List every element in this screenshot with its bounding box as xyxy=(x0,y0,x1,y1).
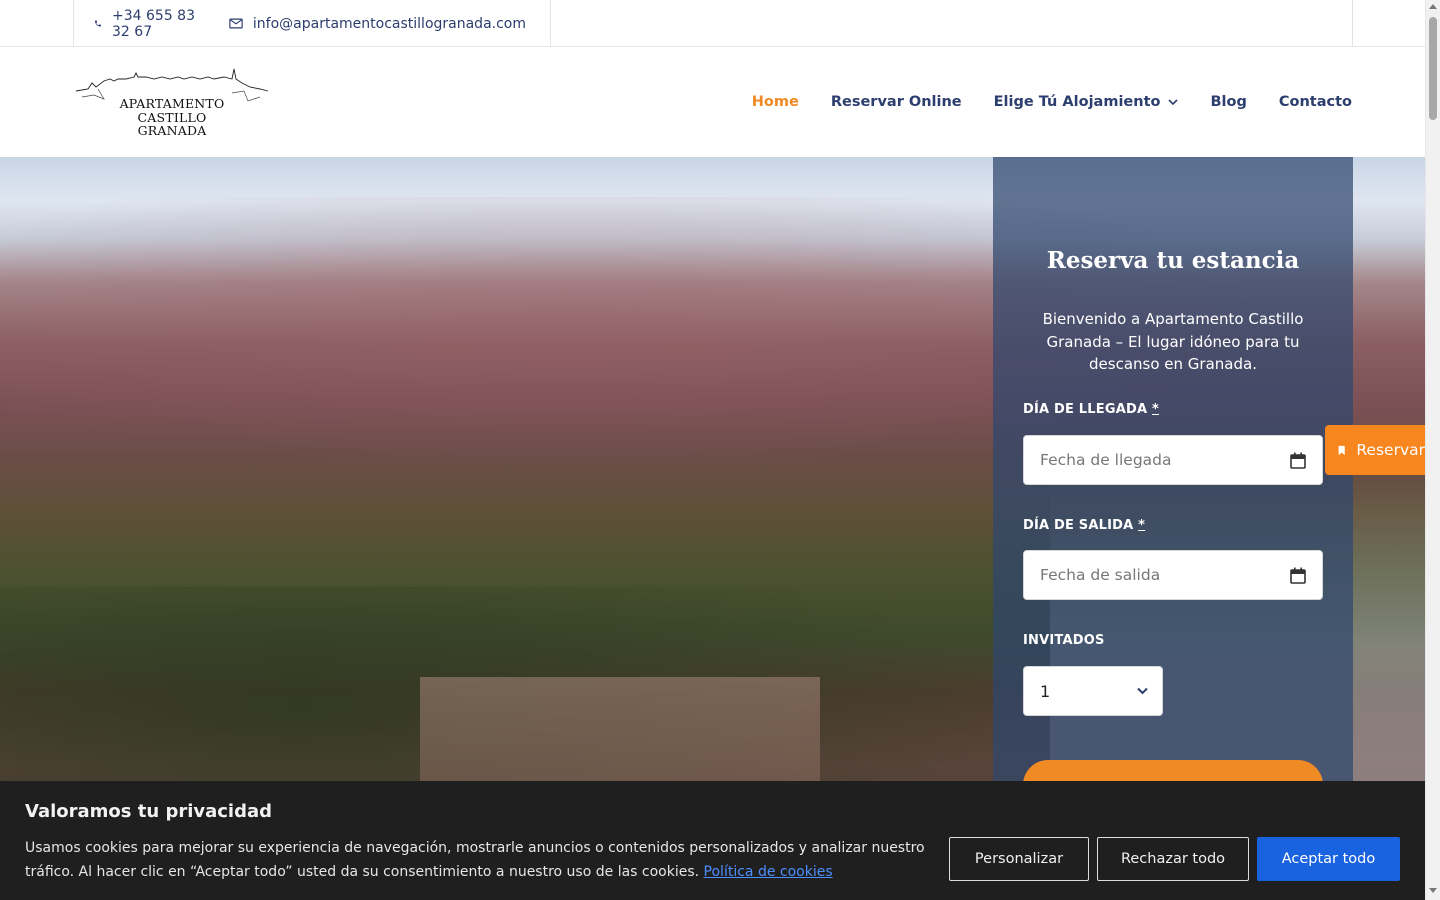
arrival-label: DÍA DE LLEGADA * xyxy=(1023,402,1159,417)
site-header: APARTAMENTO CASTILLO GRANADA Home Reserv… xyxy=(0,47,1425,157)
arrival-placeholder: Fecha de llegada xyxy=(1040,451,1172,469)
nav-home[interactable]: Home xyxy=(752,94,799,110)
reject-all-button[interactable]: Rechazar todo xyxy=(1097,837,1249,881)
nav-elige-alojamiento-label: Elige Tú Alojamiento xyxy=(993,94,1161,110)
cookie-title: Valoramos tu privacidad xyxy=(25,801,273,822)
nav-reservar-online[interactable]: Reservar Online xyxy=(831,94,962,110)
main-nav: Home Reservar Online Elige Tú Alojamient… xyxy=(720,47,1352,157)
arrival-date-input[interactable]: Fecha de llegada xyxy=(1023,435,1323,485)
phone-icon xyxy=(95,20,102,27)
envelope-icon xyxy=(229,18,243,29)
cookie-text: Usamos cookies para mejorar su experienc… xyxy=(25,840,925,880)
logo-text: APARTAMENTO CASTILLO GRANADA xyxy=(119,96,225,138)
guests-value: 1 xyxy=(1040,681,1051,701)
scroll-thumb[interactable] xyxy=(1429,17,1437,120)
phone-link[interactable]: +34 655 83 32 67 xyxy=(94,8,205,40)
departure-placeholder: Fecha de salida xyxy=(1040,566,1161,584)
scroll-down-icon[interactable] xyxy=(1429,888,1437,893)
accept-all-button[interactable]: Aceptar todo xyxy=(1257,837,1400,881)
guests-label: INVITADOS xyxy=(1023,633,1105,648)
nav-blog[interactable]: Blog xyxy=(1210,94,1246,110)
booking-intro: Bienvenido a Apartamento Castillo Granad… xyxy=(1042,310,1304,373)
divider xyxy=(1352,0,1353,47)
scroll-up-icon[interactable] xyxy=(1429,4,1437,9)
cookie-policy-link[interactable]: Política de cookies xyxy=(704,864,833,880)
page-scrollbar[interactable] xyxy=(1425,0,1440,900)
nav-elige-alojamiento[interactable]: Elige Tú Alojamiento xyxy=(994,94,1179,110)
nav-contacto[interactable]: Contacto xyxy=(1279,94,1352,110)
email-link[interactable]: info@apartamentocastillogranada.com xyxy=(229,16,526,32)
calendar-icon xyxy=(1290,452,1306,469)
top-bar: +34 655 83 32 67 info@apartamentocastill… xyxy=(0,0,1425,47)
cookie-banner: Valoramos tu privacidad Usamos cookies p… xyxy=(0,781,1425,900)
chevron-down-icon xyxy=(1168,98,1179,105)
reservar-floating-button[interactable]: Reservar xyxy=(1325,425,1425,475)
contact-info: +34 655 83 32 67 info@apartamentocastill… xyxy=(73,0,551,47)
bookmark-icon xyxy=(1338,445,1345,455)
phone-number: +34 655 83 32 67 xyxy=(112,7,195,40)
departure-label: DÍA DE SALIDA * xyxy=(1023,518,1146,533)
email-address: info@apartamentocastillogranada.com xyxy=(252,15,526,32)
booking-title: Reserva tu estancia xyxy=(1046,247,1300,274)
guests-select[interactable]: 1 xyxy=(1023,666,1163,716)
required-mark: * xyxy=(1138,518,1146,533)
departure-date-input[interactable]: Fecha de salida xyxy=(1023,550,1323,600)
customize-button[interactable]: Personalizar xyxy=(949,837,1089,881)
calendar-icon xyxy=(1290,567,1306,584)
site-logo[interactable]: APARTAMENTO CASTILLO GRANADA xyxy=(74,67,269,139)
required-mark: * xyxy=(1151,402,1159,417)
chevron-down-icon xyxy=(1137,687,1148,695)
reservar-label: Reservar xyxy=(1356,441,1425,459)
